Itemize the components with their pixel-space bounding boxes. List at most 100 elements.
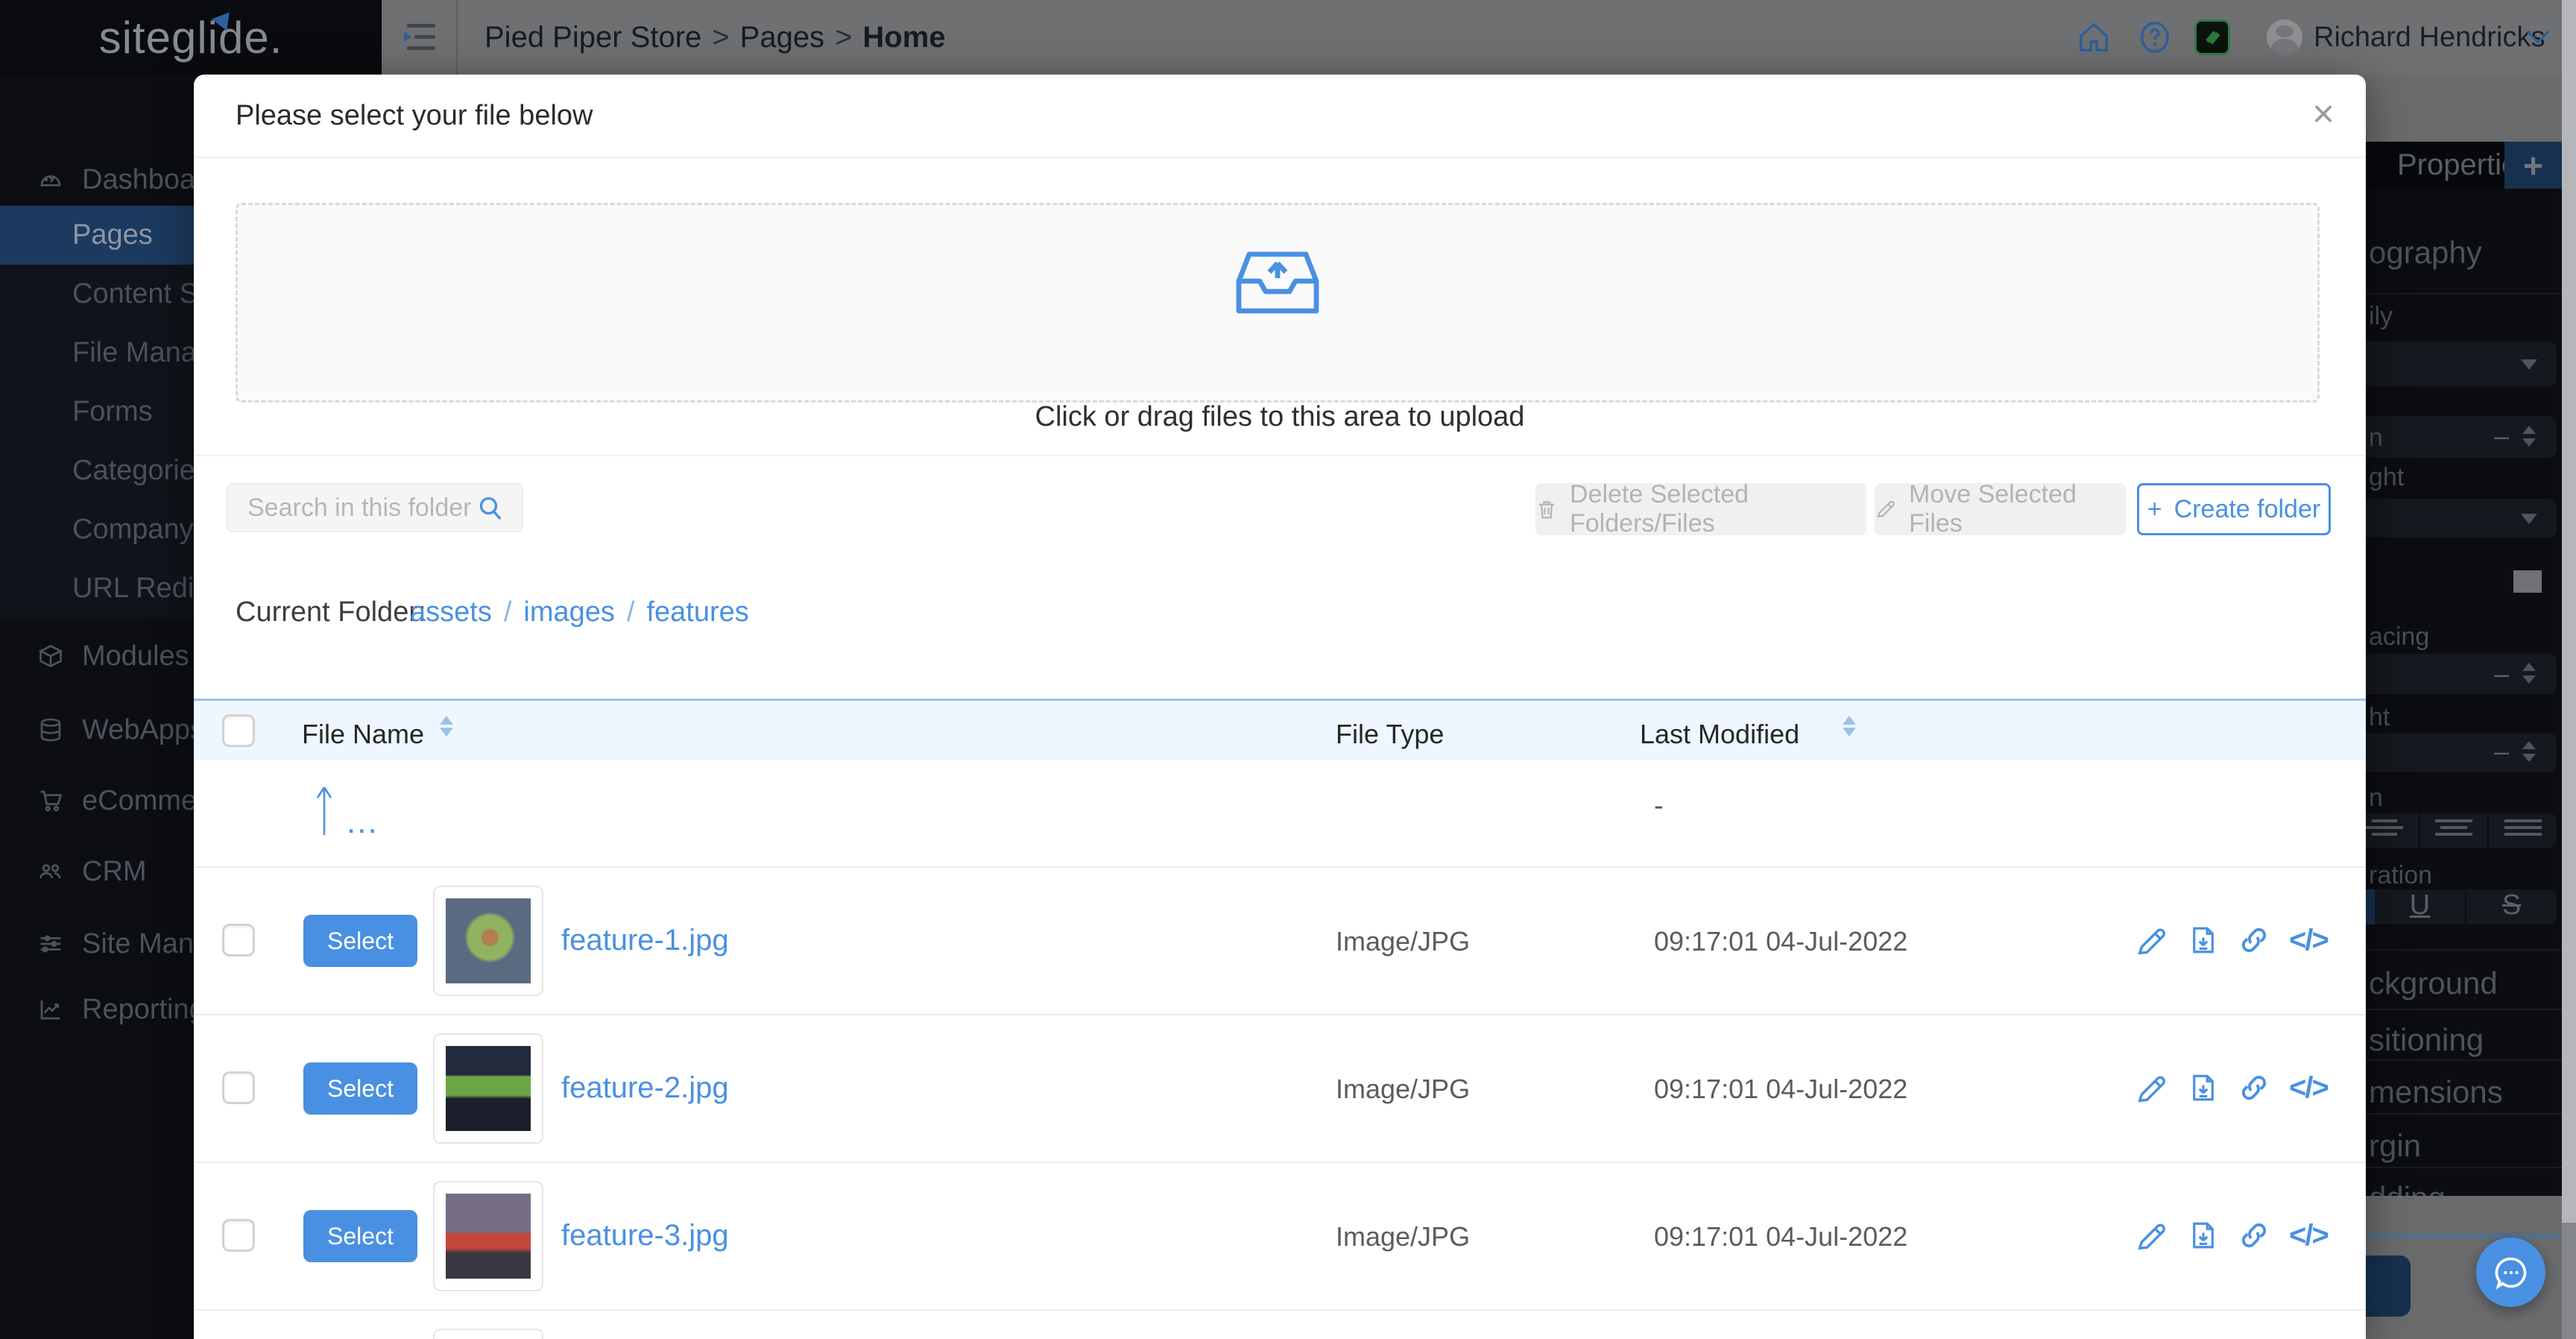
table-row: Select feature-2.jpg Image/JPG 09:17:01 … (194, 1015, 2366, 1163)
breadcrumb: Pied Piper Store > Pages > Home (484, 0, 946, 75)
collapse-menu-icon[interactable] (402, 22, 438, 52)
current-folder-label: Current Folder: (236, 596, 426, 628)
font-size-input[interactable]: n – (2366, 416, 2557, 458)
align-justify-button[interactable] (2489, 813, 2557, 848)
file-name-link[interactable]: feature-1.jpg (561, 924, 729, 957)
move-selected-button[interactable]: Move Selected Files (1875, 480, 2126, 538)
align-label: n (2369, 784, 2383, 812)
home-icon[interactable] (2077, 20, 2111, 54)
decoration-button-group: U S (2366, 889, 2557, 924)
upload-dropzone[interactable] (236, 203, 2320, 403)
modal-header-divider (194, 157, 2366, 158)
panel-divider (2366, 949, 2562, 951)
row-actions: </> (2135, 1071, 2329, 1105)
help-icon[interactable] (2138, 20, 2172, 54)
section-divider (194, 455, 2366, 456)
file-modified: 09:17:01 04-Jul-2022 (1654, 1221, 1908, 1252)
padding-section-label: dding (2369, 1180, 2446, 1196)
letter-spacing-label: acing (2369, 623, 2430, 651)
file-thumbnail[interactable] (433, 886, 543, 996)
row-checkbox[interactable] (222, 1219, 255, 1252)
parent-folder-row[interactable]: ... - (194, 760, 2366, 868)
select-all-checkbox[interactable] (222, 714, 255, 747)
letter-spacing-input[interactable]: – (2366, 654, 2557, 694)
download-file-icon[interactable] (2188, 923, 2219, 957)
color-swatch[interactable] (2513, 570, 2542, 593)
chevron-down-icon[interactable] (2525, 28, 2551, 46)
edit-icon[interactable] (2135, 1071, 2170, 1105)
font-family-select[interactable] (2366, 341, 2557, 386)
file-type: Image/JPG (1336, 1074, 1471, 1104)
select-button[interactable]: Select (303, 915, 417, 967)
search-icon[interactable] (476, 493, 505, 523)
link-icon[interactable] (2237, 923, 2271, 957)
column-file-name[interactable]: File Name (302, 719, 424, 750)
font-weight-select[interactable] (2366, 499, 2557, 538)
logo[interactable]: siteglide. (0, 0, 382, 75)
chat-icon (2492, 1253, 2531, 1292)
code-icon[interactable]: </> (2289, 924, 2329, 957)
avatar[interactable] (2267, 19, 2302, 55)
row-actions: </> (2135, 1218, 2329, 1253)
line-height-input[interactable]: – (2366, 733, 2557, 772)
chart-icon (37, 996, 64, 1023)
search-input[interactable] (246, 492, 473, 523)
file-modified: 09:17:01 04-Jul-2022 (1654, 926, 1908, 957)
chat-fab[interactable] (2476, 1238, 2545, 1307)
close-icon[interactable]: × (2297, 88, 2349, 140)
row-checkbox[interactable] (222, 924, 255, 957)
edit-icon[interactable] (2135, 1218, 2170, 1253)
panel-divider (2366, 293, 2562, 294)
align-button-group (2366, 813, 2557, 848)
sort-icon[interactable] (1843, 716, 1856, 737)
folder-link-features[interactable]: features (646, 596, 748, 628)
code-icon[interactable]: </> (2289, 1219, 2329, 1253)
decoration-active-segment[interactable] (2366, 889, 2375, 924)
select-button[interactable]: Select (303, 1210, 417, 1262)
background-section-label: ckground (2369, 965, 2498, 1001)
link-icon[interactable] (2237, 1071, 2271, 1105)
file-thumbnail[interactable] (433, 1181, 543, 1291)
trash-icon (1535, 497, 1558, 521)
stepper-icon[interactable] (2522, 741, 2536, 762)
download-file-icon[interactable] (2188, 1218, 2219, 1253)
dimensions-section-label: mensions (2369, 1074, 2503, 1109)
add-panel-button[interactable]: + (2504, 142, 2562, 189)
edit-icon[interactable] (2135, 923, 2170, 957)
file-thumbnail[interactable] (433, 1033, 543, 1144)
folder-link-images[interactable]: images (523, 596, 615, 628)
file-name-link[interactable]: feature-2.jpg (561, 1071, 729, 1105)
page-scrollbar[interactable] (2562, 0, 2576, 1339)
parent-folder-link[interactable]: ... (347, 804, 379, 841)
dashboard-icon (37, 166, 64, 193)
code-icon[interactable]: </> (2289, 1071, 2329, 1105)
row-checkbox[interactable] (222, 1071, 255, 1104)
modal-title: Please select your file below (236, 99, 593, 131)
typography-section-label: ography (2369, 235, 2482, 270)
file-name-link[interactable]: feature-3.jpg (561, 1219, 729, 1253)
stepper-icon[interactable] (2522, 426, 2536, 447)
delete-selected-button[interactable]: Delete Selected Folders/Files (1535, 480, 1866, 538)
download-file-icon[interactable] (2188, 1071, 2219, 1105)
align-center-button[interactable] (2366, 813, 2420, 848)
align-right-button[interactable] (2420, 813, 2490, 848)
underline-button[interactable]: U (2375, 889, 2466, 924)
margin-section-label: rgin (2369, 1128, 2422, 1163)
properties-tab[interactable]: Properties (2366, 142, 2533, 189)
breadcrumb-site[interactable]: Pied Piper Store (484, 21, 701, 54)
strikethrough-button[interactable]: S (2466, 889, 2557, 924)
sort-icon[interactable] (440, 716, 453, 737)
column-last-modified[interactable]: Last Modified (1640, 719, 1799, 750)
page-scrollbar-thumb[interactable] (2562, 1223, 2576, 1339)
folder-link-assets[interactable]: assets (410, 596, 492, 628)
upload-hint: Click or drag files to this area to uplo… (1035, 401, 1525, 432)
breadcrumb-pages[interactable]: Pages (740, 21, 824, 54)
link-icon[interactable] (2237, 1218, 2271, 1253)
breadcrumb-separator: > (712, 20, 730, 54)
create-folder-button[interactable]: + Create folder (2137, 483, 2331, 535)
select-button[interactable]: Select (303, 1062, 417, 1115)
user-name[interactable]: Richard Hendricks (2314, 0, 2545, 75)
stepper-icon[interactable] (2522, 663, 2536, 684)
siteglide-app-badge-icon[interactable] (2194, 19, 2230, 55)
up-arrow-icon[interactable] (313, 784, 335, 837)
